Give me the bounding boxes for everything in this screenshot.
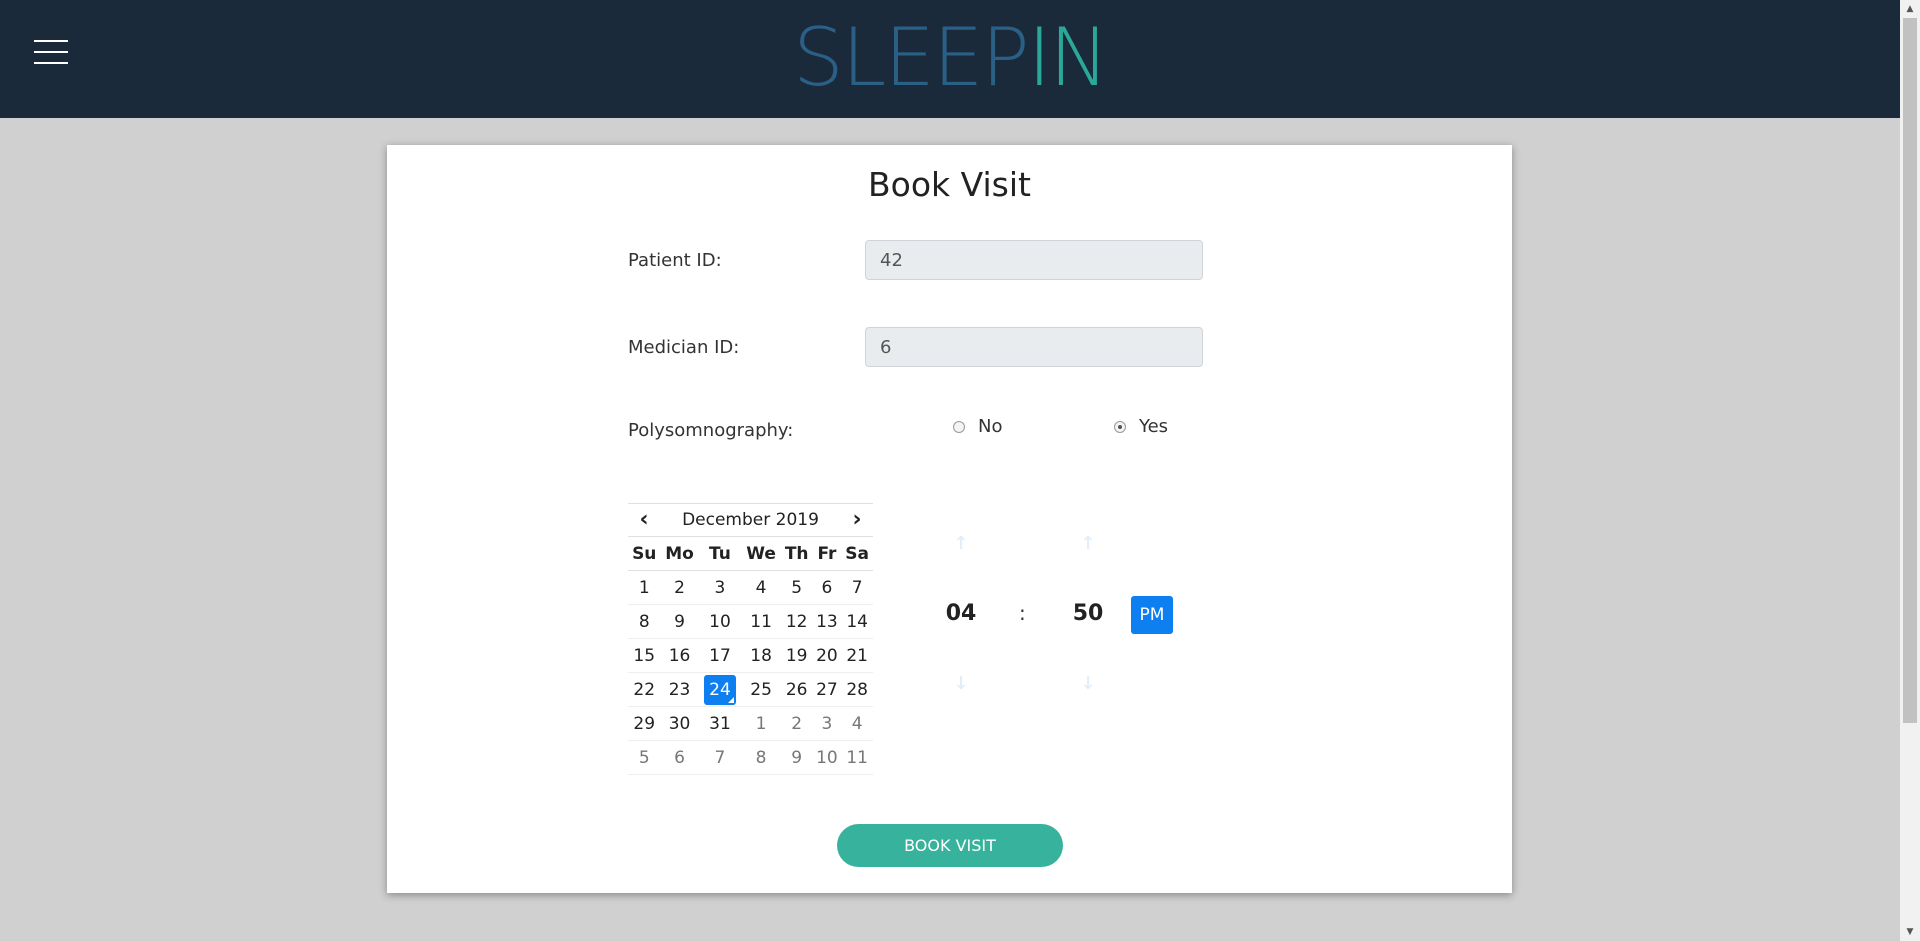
calendar-day-next-month[interactable]: 7 <box>698 740 742 775</box>
calendar-day[interactable]: 8 <box>628 604 661 639</box>
scroll-up-icon[interactable]: ▲ <box>1900 0 1920 18</box>
logo-part-in: IN <box>1027 11 1109 104</box>
calendar-day[interactable]: 26 <box>780 672 813 707</box>
calendar-day-next-month[interactable]: 3 <box>812 706 842 741</box>
scrollbar-thumb[interactable] <box>1903 18 1917 723</box>
calendar-day[interactable]: 18 <box>741 638 781 673</box>
radio-no-label: No <box>978 416 1003 437</box>
calendar-day-next-month[interactable]: 1 <box>741 706 781 741</box>
calendar-day[interactable]: 16 <box>660 638 699 673</box>
book-visit-card: Book Visit Patient ID: 42 Medician ID: 6… <box>387 145 1512 893</box>
hour-down-arrow-icon[interactable]: ↓ <box>946 673 976 694</box>
calendar-day[interactable]: 3 <box>698 570 742 605</box>
calendar-day-next-month[interactable]: 8 <box>741 740 781 775</box>
calendar-day-next-month[interactable]: 10 <box>812 740 842 775</box>
calendar-day-next-month[interactable]: 5 <box>628 740 661 775</box>
hour-value[interactable]: 04 <box>941 601 981 626</box>
am-pm-toggle-button[interactable]: PM <box>1131 596 1173 634</box>
radio-option-yes[interactable]: Yes <box>1114 416 1168 437</box>
radio-option-no[interactable]: No <box>953 416 1002 437</box>
page-title: Book Visit <box>868 165 1031 204</box>
calendar-day-next-month[interactable]: 4 <box>841 706 873 741</box>
calendar-day-next-month[interactable]: 6 <box>660 740 699 775</box>
calendar-day-selected[interactable]: 24 <box>698 672 742 707</box>
medician-id-input[interactable]: 6 <box>865 327 1203 367</box>
calendar-day-next-month[interactable]: 2 <box>780 706 813 741</box>
calendar-day-next-month[interactable]: 9 <box>780 740 813 775</box>
calendar-day[interactable]: 25 <box>741 672 781 707</box>
calendar-day[interactable]: 29 <box>628 706 661 741</box>
calendar-day[interactable]: 1 <box>628 570 661 605</box>
patient-id-input[interactable]: 42 <box>865 240 1203 280</box>
calendar-header: ‹ December 2019 › <box>628 503 873 537</box>
calendar-day[interactable]: 22 <box>628 672 661 707</box>
time-separator: : <box>1019 601 1026 625</box>
calendar-day[interactable]: 11 <box>741 604 781 639</box>
calendar-grid: Su Mo Tu We Th Fr Sa 1 2 3 4 5 6 7 8 9 1… <box>628 537 873 775</box>
weekday-header: Sa <box>841 537 873 571</box>
date-picker: ‹ December 2019 › Su Mo Tu We Th Fr Sa 1 <box>628 503 873 775</box>
radio-no-button[interactable] <box>953 420 965 433</box>
calendar-day[interactable]: 23 <box>660 672 699 707</box>
top-navbar: SLEEPIN <box>0 0 1900 118</box>
radio-yes-button[interactable] <box>1114 420 1126 433</box>
calendar-day[interactable]: 17 <box>698 638 742 673</box>
calendar-day[interactable]: 28 <box>841 672 873 707</box>
calendar-day[interactable]: 21 <box>841 638 873 673</box>
weekday-header: Th <box>780 537 813 571</box>
calendar-day[interactable]: 6 <box>812 570 842 605</box>
calendar-day[interactable]: 31 <box>698 706 742 741</box>
book-visit-button[interactable]: BOOK VISIT <box>837 824 1063 867</box>
minute-down-arrow-icon[interactable]: ↓ <box>1073 673 1103 694</box>
calendar-day[interactable]: 14 <box>841 604 873 639</box>
hour-up-arrow-icon[interactable]: ↑ <box>946 533 976 554</box>
calendar-day[interactable]: 7 <box>841 570 873 605</box>
minute-value[interactable]: 50 <box>1068 601 1108 626</box>
logo-part-sleep: SLEEP <box>792 11 1030 104</box>
weekday-header: Fr <box>812 537 842 571</box>
calendar-day[interactable]: 27 <box>812 672 842 707</box>
selected-day-label: 24 <box>703 674 736 705</box>
calendar-day[interactable]: 4 <box>741 570 781 605</box>
calendar-day[interactable]: 9 <box>660 604 699 639</box>
patient-id-label: Patient ID: <box>628 250 722 271</box>
calendar-day[interactable]: 19 <box>780 638 813 673</box>
radio-yes-label: Yes <box>1139 416 1169 437</box>
calendar-day[interactable]: 30 <box>660 706 699 741</box>
calendar-day[interactable]: 12 <box>780 604 813 639</box>
polysomnography-label: Polysomnography: <box>628 420 794 441</box>
scroll-down-icon[interactable]: ▼ <box>1900 923 1920 941</box>
calendar-month-label[interactable]: December 2019 <box>660 504 841 536</box>
calendar-day[interactable]: 15 <box>628 638 661 673</box>
weekday-header: We <box>741 537 781 571</box>
app-logo: SLEEPIN <box>0 12 1900 104</box>
weekday-header: Mo <box>660 537 699 571</box>
vertical-scrollbar[interactable]: ▲ ▼ <box>1900 0 1920 941</box>
calendar-day[interactable]: 20 <box>812 638 842 673</box>
calendar-day-next-month[interactable]: 11 <box>841 740 873 775</box>
calendar-day[interactable]: 2 <box>660 570 699 605</box>
weekday-header: Su <box>628 537 661 571</box>
calendar-day[interactable]: 10 <box>698 604 742 639</box>
calendar-day[interactable]: 5 <box>780 570 813 605</box>
weekday-header: Tu <box>698 537 742 571</box>
medician-id-label: Medician ID: <box>628 337 740 358</box>
minute-up-arrow-icon[interactable]: ↑ <box>1073 533 1103 554</box>
calendar-next-icon[interactable]: › <box>841 504 873 536</box>
calendar-prev-icon[interactable]: ‹ <box>628 504 660 536</box>
calendar-day[interactable]: 13 <box>812 604 842 639</box>
